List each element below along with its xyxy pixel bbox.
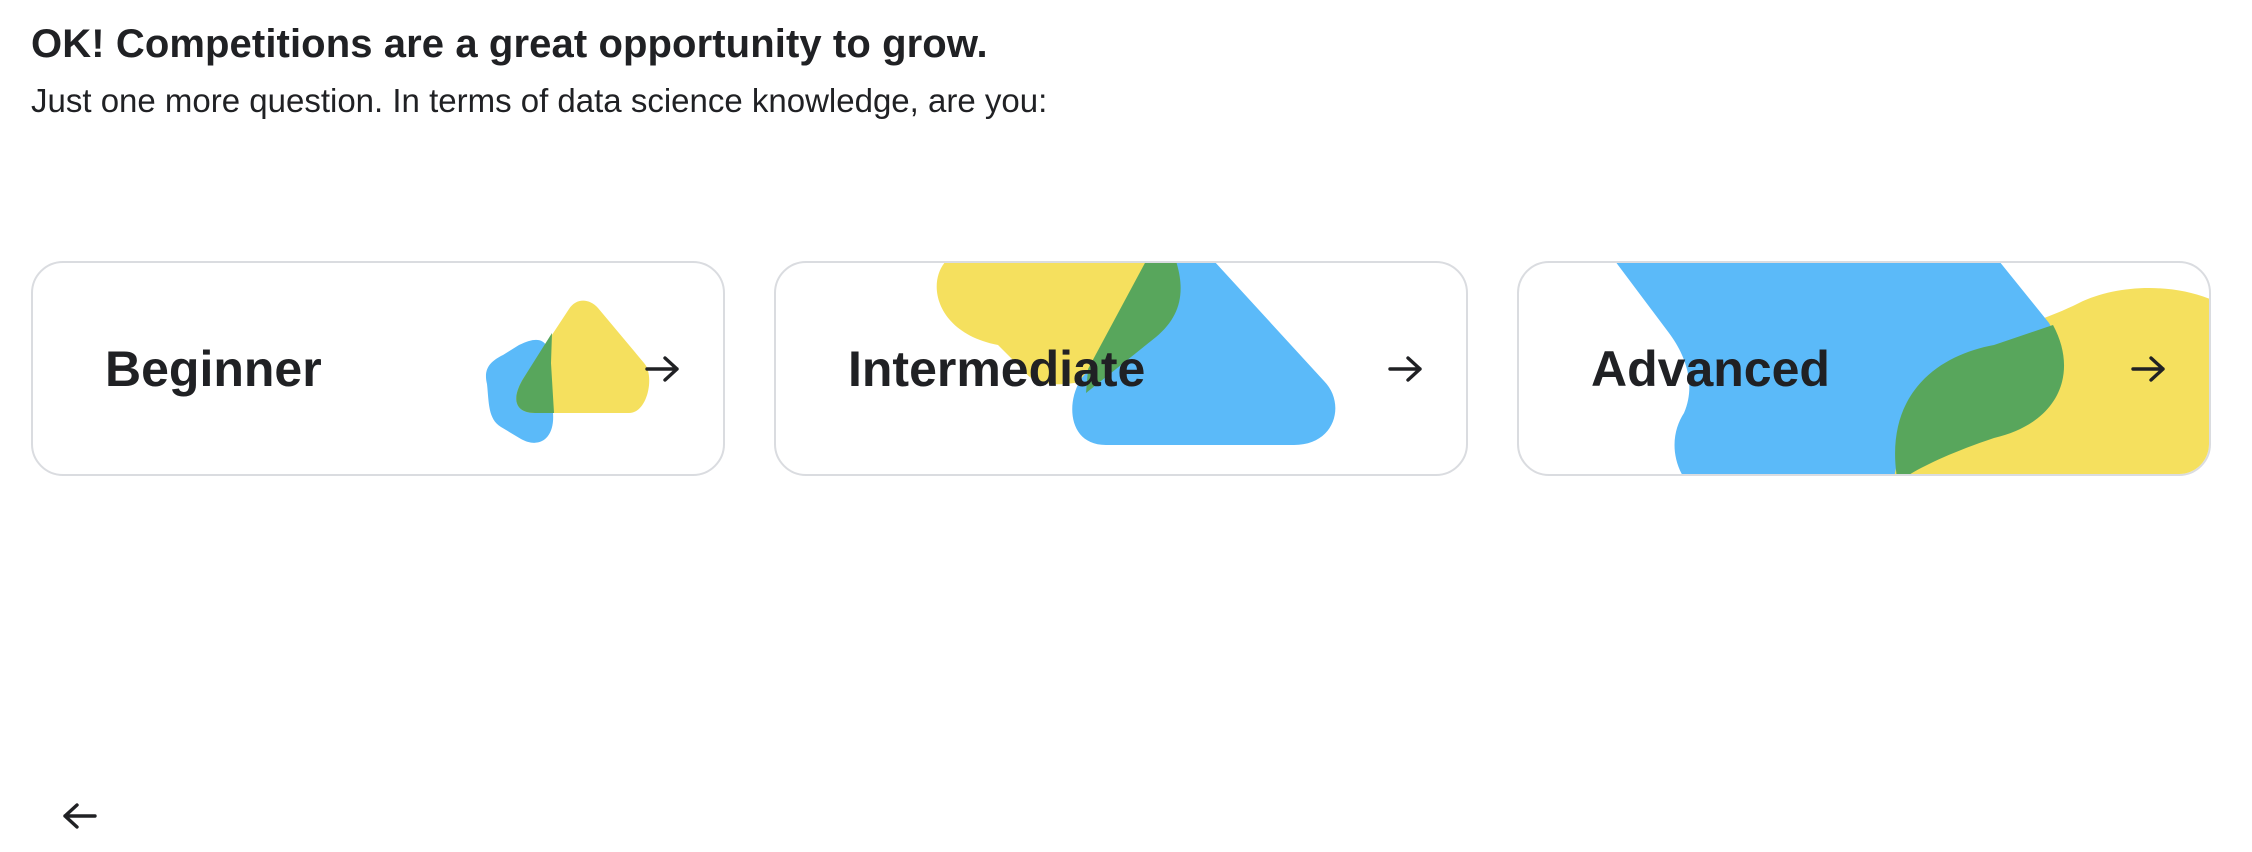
- option-label-beginner: Beginner: [105, 340, 322, 397]
- back-button[interactable]: [52, 796, 106, 836]
- option-card-beginner[interactable]: Beginner: [31, 261, 725, 476]
- option-label-intermediate: Intermediate: [848, 340, 1146, 397]
- option-label-advanced: Advanced: [1591, 340, 1830, 397]
- arrow-left-icon: [63, 803, 97, 829]
- page-title: OK! Competitions are a great opportunity…: [31, 22, 988, 66]
- option-card-advanced[interactable]: Advanced: [1517, 261, 2211, 476]
- skill-level-options: Beginner Intermediate Advanced: [31, 261, 2211, 476]
- question-header: OK! Competitions are a great opportunity…: [31, 18, 1047, 124]
- arrow-right-icon: [2131, 355, 2165, 382]
- page-subtitle: Just one more question. In terms of data…: [31, 82, 1048, 119]
- arrow-right-icon: [645, 355, 679, 382]
- arrow-right-icon: [1388, 355, 1422, 382]
- option-card-intermediate[interactable]: Intermediate: [774, 261, 1468, 476]
